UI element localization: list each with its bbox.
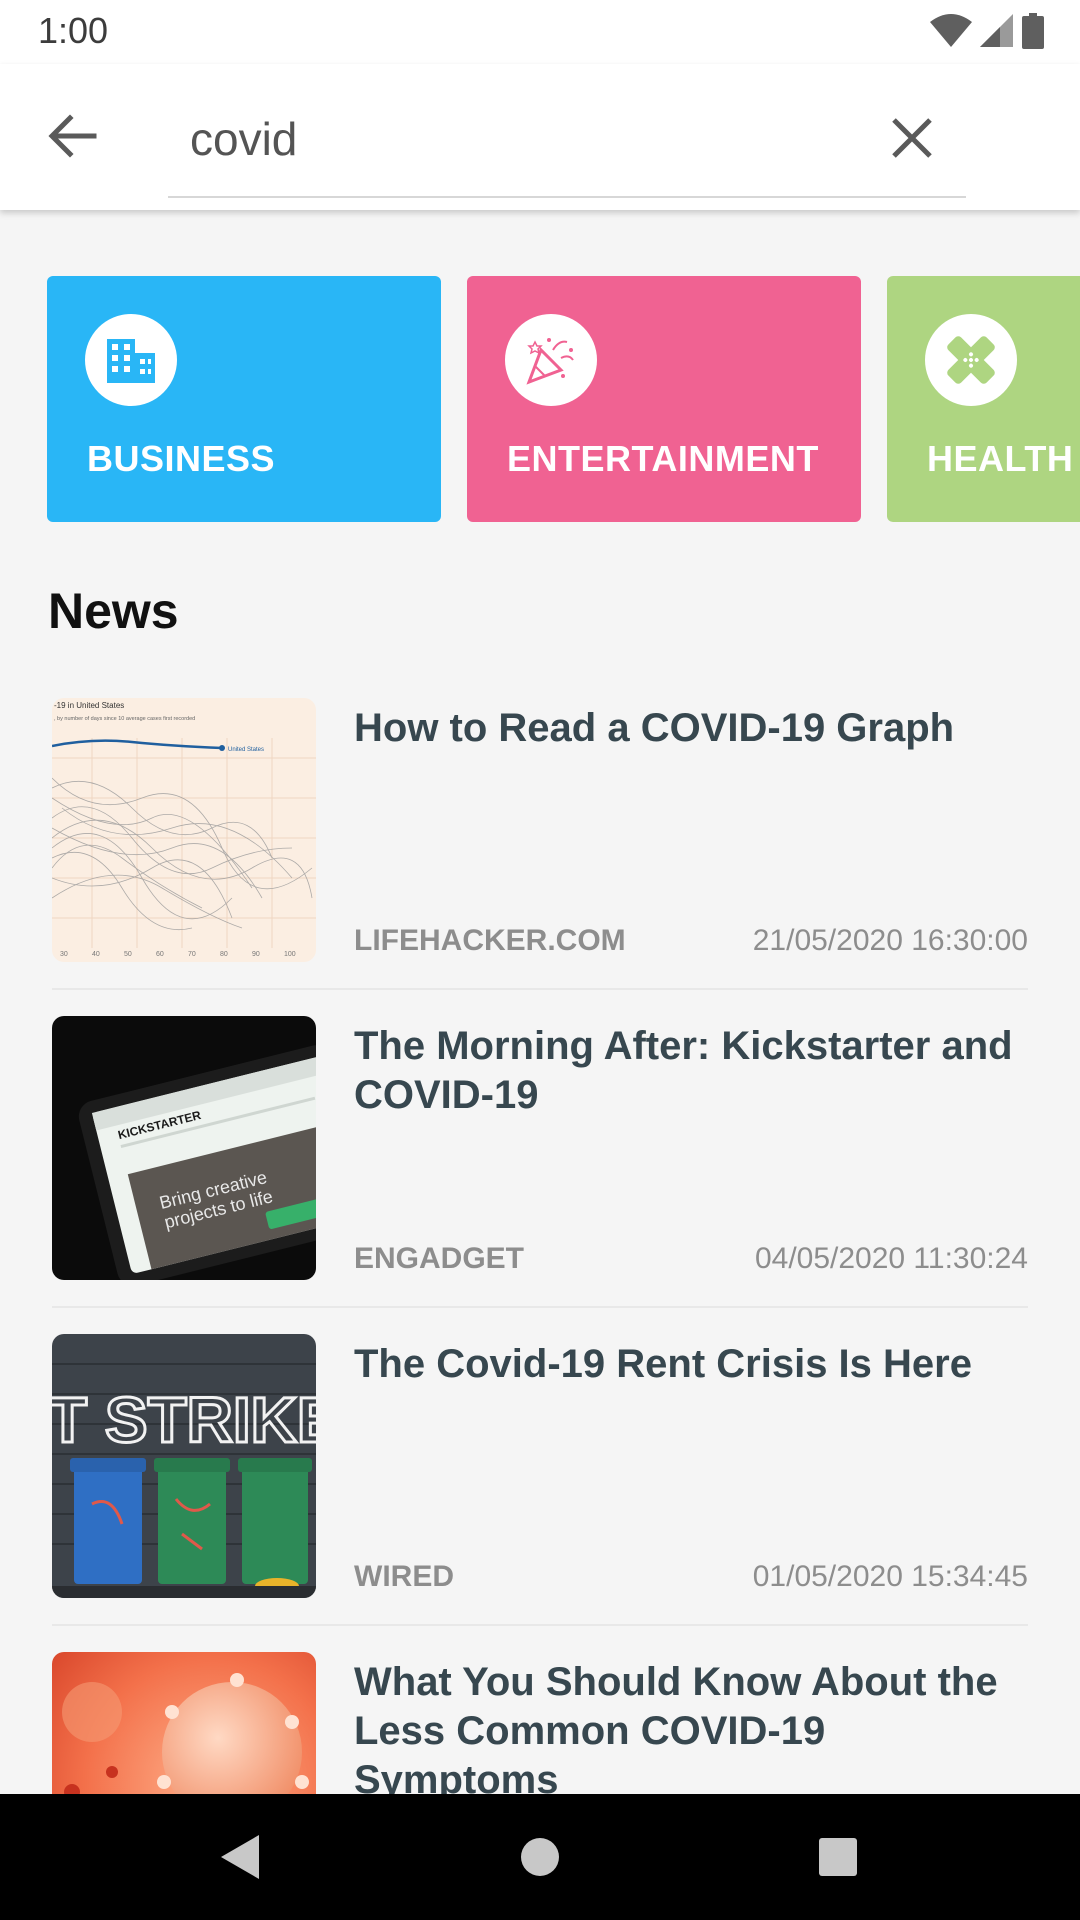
nav-recents-button[interactable] (805, 1824, 871, 1890)
category-carousel[interactable]: BUSINESS ENTERTAINMENT HEALTH (0, 276, 1080, 524)
search-toolbar (0, 64, 1080, 210)
category-label: ENTERTAINMENT (507, 438, 819, 479)
news-headline: What You Should Know About the Less Comm… (354, 1660, 998, 1794)
graph-thumbnail-tick: 30 (60, 951, 68, 958)
news-item[interactable]: -19 in United States , by number of days… (0, 698, 1080, 1016)
news-thumbnail-virus (52, 1652, 316, 1794)
news-source: WIRED (354, 1560, 454, 1593)
news-date: 21/05/2020 16:30:00 (752, 924, 1028, 957)
category-label: BUSINESS (87, 438, 276, 479)
section-title-news: News (48, 583, 179, 639)
divider (52, 988, 1028, 990)
category-label: HEALTH (927, 438, 1074, 479)
graph-thumbnail-tick: 80 (220, 951, 228, 958)
graph-thumbnail-tick: 90 (252, 951, 260, 958)
bandage-icon (947, 336, 995, 384)
news-date: 01/05/2020 15:34:45 (752, 1560, 1028, 1593)
graph-thumbnail-title: -19 in United States (54, 701, 124, 710)
graph-thumbnail-tick: 40 (92, 951, 100, 958)
divider (52, 1306, 1028, 1308)
graph-thumbnail-tick: 60 (156, 951, 164, 958)
news-item[interactable]: What You Should Know About the Less Comm… (0, 1652, 1080, 1794)
category-card-entertainment[interactable]: ENTERTAINMENT (467, 276, 861, 522)
graph-thumbnail-subtitle: , by number of days since 10 average cas… (54, 716, 195, 722)
party-popper-icon (526, 338, 574, 385)
category-icon-container (505, 314, 597, 406)
system-nav-bar (0, 1794, 1080, 1920)
category-card-business[interactable]: BUSINESS (47, 276, 441, 522)
nav-home-icon (521, 1838, 559, 1876)
news-item[interactable]: T STRIKE The Covid-19 Rent Crisis Is Her… (0, 1334, 1080, 1652)
news-thumbnail-graph: -19 in United States , by number of days… (52, 698, 316, 962)
nav-recents-icon (819, 1838, 857, 1876)
news-item[interactable]: KICKSTARTER Bring creative projects to l… (0, 1016, 1080, 1334)
search-input[interactable] (188, 108, 852, 170)
news-date: 04/05/2020 11:30:24 (754, 1242, 1028, 1275)
nav-back-icon (221, 1835, 259, 1879)
status-time: 1:00 (38, 10, 109, 51)
category-icon-container (85, 314, 177, 406)
search-field (168, 94, 966, 198)
category-card-health[interactable]: HEALTH (887, 276, 1080, 522)
news-thumbnail-bins: T STRIKE (52, 1334, 316, 1598)
graph-thumbnail-series: United States (228, 747, 264, 753)
news-headline: The Covid-19 Rent Crisis Is Here (354, 1342, 972, 1386)
graffiti-text: T STRIKE (52, 1384, 316, 1456)
wifi-icon (930, 14, 972, 47)
category-icon-container (925, 314, 1017, 406)
news-headline: How to Read a COVID-19 Graph (354, 706, 955, 750)
graph-thumbnail-tick: 100 (284, 951, 296, 958)
news-headline: The Morning After: Kickstarter and COVID… (354, 1024, 1013, 1117)
building-icon (107, 339, 155, 383)
arrow-back-icon (48, 114, 97, 158)
news-list[interactable]: -19 in United States , by number of days… (0, 698, 1080, 1794)
news-thumbnail-phone: KICKSTARTER Bring creative projects to l… (52, 1016, 316, 1280)
status-icons (930, 12, 1044, 50)
graph-thumbnail-tick: 70 (188, 951, 196, 958)
battery-icon (1022, 13, 1044, 49)
news-source: ENGADGET (354, 1242, 525, 1275)
close-icon (892, 118, 932, 158)
nav-back-button[interactable] (206, 1824, 272, 1890)
news-source: LIFEHACKER.COM (354, 924, 626, 957)
nav-home-button[interactable] (507, 1824, 573, 1890)
back-button[interactable] (44, 108, 100, 164)
clear-search-button[interactable] (884, 110, 940, 166)
status-bar: 1:00 (0, 0, 1080, 64)
signal-icon (980, 14, 1013, 47)
graph-thumbnail-tick: 50 (124, 951, 132, 958)
divider (52, 1624, 1028, 1626)
